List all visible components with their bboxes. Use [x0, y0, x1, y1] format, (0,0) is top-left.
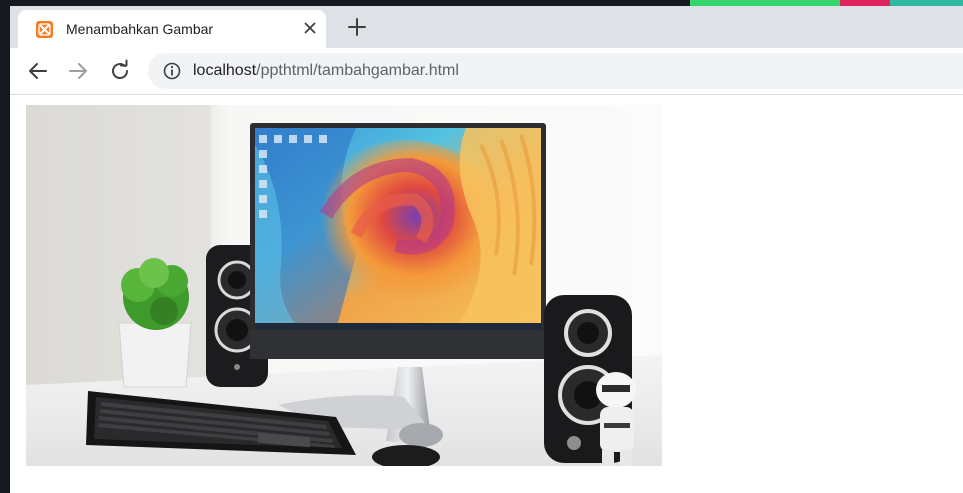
url-text: localhost/ppthtml/tambahgambar.html [193, 62, 459, 80]
tab-title: Menambahkan Gambar [66, 21, 214, 37]
close-icon[interactable] [300, 18, 320, 38]
tab-strip: Menambahkan Gambar [10, 6, 963, 48]
desk-setup-image [26, 105, 662, 466]
toolbar: localhost/ppthtml/tambahgambar.html [10, 48, 963, 95]
back-arrow-icon[interactable] [26, 59, 50, 83]
info-icon[interactable] [162, 61, 182, 81]
page-content [10, 95, 963, 493]
tab-active[interactable]: Menambahkan Gambar [18, 10, 326, 48]
url-host: localhost [193, 62, 257, 79]
reload-icon[interactable] [108, 59, 132, 83]
forward-arrow-icon[interactable] [66, 59, 90, 83]
xampp-icon [36, 21, 53, 38]
new-tab-button[interactable] [344, 14, 370, 40]
address-bar[interactable]: localhost/ppthtml/tambahgambar.html [148, 53, 963, 89]
url-path: /ppthtml/tambahgambar.html [256, 62, 459, 79]
browser-window: Menambahkan Gambar localhost/ppthtml/tam… [10, 6, 963, 493]
